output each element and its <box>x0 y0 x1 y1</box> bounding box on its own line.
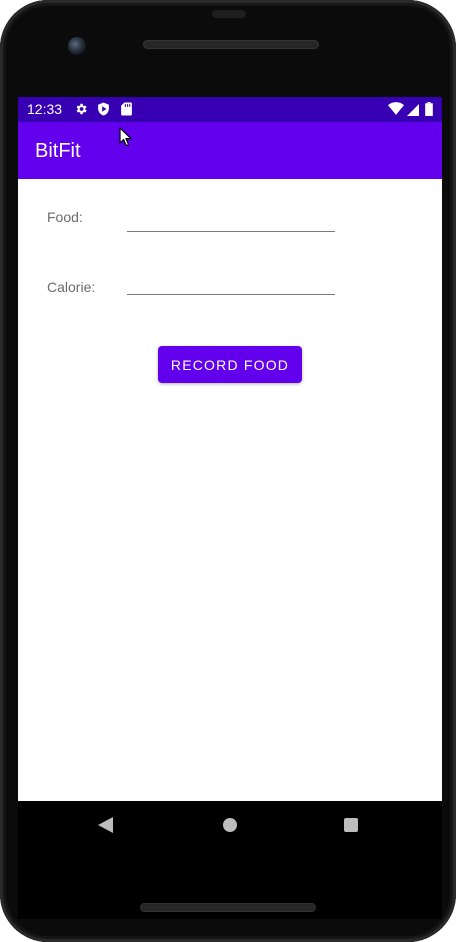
play-protect-icon <box>97 102 110 121</box>
calorie-label: Calorie: <box>47 279 96 295</box>
food-input[interactable] <box>127 209 335 232</box>
status-time: 12:33 <box>27 101 63 117</box>
mouse-pointer-icon <box>119 127 132 147</box>
cellular-signal-icon <box>407 103 419 121</box>
app-bar: BitFit <box>18 122 442 179</box>
app-title: BitFit <box>35 140 81 162</box>
earpiece-slot <box>212 10 246 18</box>
wifi-icon <box>388 102 404 120</box>
phone-frame: 12:33 BitFit Food: Calorie: RECORD FOOD <box>0 0 456 942</box>
record-food-button[interactable]: RECORD FOOD <box>158 346 302 383</box>
status-bar: 12:33 <box>18 97 442 122</box>
top-speaker-grille <box>143 40 319 49</box>
home-icon[interactable] <box>223 818 237 832</box>
recents-icon[interactable] <box>344 818 358 832</box>
gear-icon <box>74 102 88 121</box>
record-food-form: Food: Calorie: RECORD FOOD <box>18 179 442 801</box>
navigation-bar <box>18 801 442 919</box>
sd-card-icon <box>121 102 132 121</box>
front-camera <box>68 37 86 55</box>
battery-icon <box>425 102 433 121</box>
calorie-input[interactable] <box>127 272 335 295</box>
bottom-speaker-grille <box>140 903 316 912</box>
food-label: Food: <box>47 209 83 225</box>
back-icon[interactable] <box>98 817 113 833</box>
device-screen: 12:33 BitFit Food: Calorie: RECORD FOOD <box>18 97 442 919</box>
